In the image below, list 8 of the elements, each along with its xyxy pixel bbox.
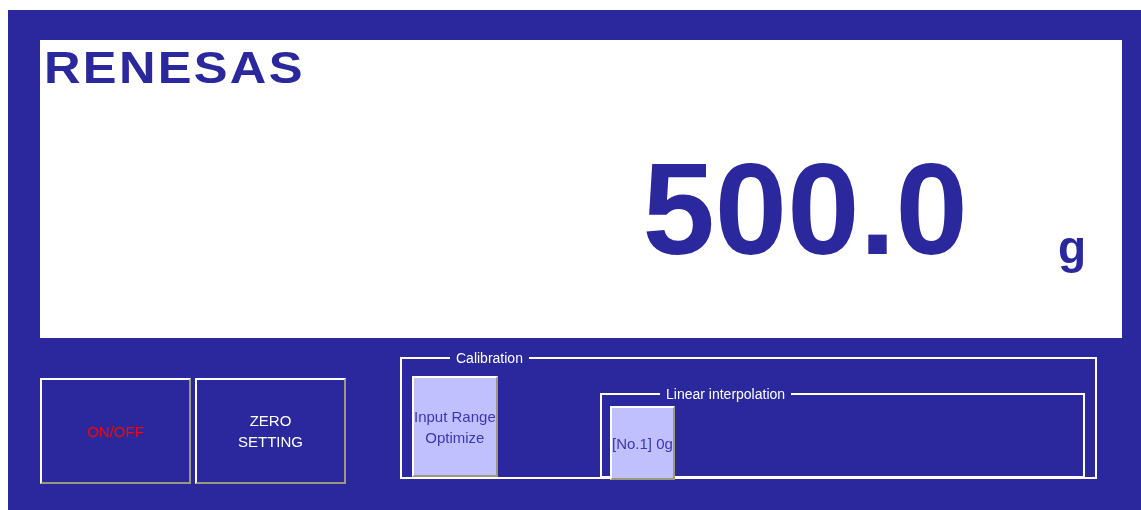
group-title: Calibration <box>456 350 523 366</box>
group-title: Linear interpolation <box>666 386 786 402</box>
calibration-point-button[interactable]: [No.1] 0g <box>610 406 675 480</box>
logo: RENESAS <box>44 42 305 94</box>
weight-value: 500.0 <box>642 144 968 274</box>
power-button[interactable]: ON/OFF <box>40 378 191 484</box>
zero-button[interactable]: ZERO SETTING <box>195 378 346 484</box>
optimize-button[interactable]: Input Range Optimize <box>412 376 498 477</box>
